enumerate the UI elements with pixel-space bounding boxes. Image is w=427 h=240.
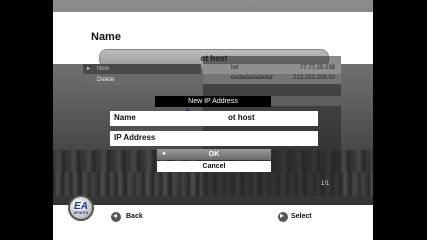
menu-item-delete[interactable]: Delete	[83, 75, 201, 85]
table-cell-name: dadadadadadaf	[231, 75, 273, 81]
ea-logo-subtext: SPORTS	[73, 211, 89, 215]
name-field-value: ot host	[228, 113, 255, 122]
dialog-title: New IP Address	[155, 96, 271, 107]
ok-button-label: OK	[208, 151, 220, 158]
letterbox-left	[0, 0, 53, 240]
name-field[interactable]: Name ot host	[110, 111, 318, 126]
page-indicator: 1/1	[321, 181, 330, 187]
table-row[interactable]: lwt 77.77.25.238	[203, 64, 341, 74]
server-menu: ▸ New Delete	[83, 64, 201, 86]
ip-address-field-label: IP Address	[114, 133, 156, 142]
back-label[interactable]: Back	[126, 213, 143, 220]
footer-bar	[53, 205, 373, 240]
menu-item-new-label: New	[97, 66, 110, 72]
select-label[interactable]: Select	[291, 213, 312, 220]
ip-address-field[interactable]: IP Address	[110, 131, 318, 146]
ok-button[interactable]: ▸ OK	[157, 149, 271, 160]
table-cell-address: 77.77.25.238	[299, 65, 335, 71]
game-viewport: Name ot host ▸ New Delete lwt 77.77.25.2…	[53, 0, 373, 240]
menu-item-new[interactable]: ▸ New	[83, 64, 201, 74]
name-header-title: Name	[91, 31, 121, 43]
menu-item-delete-label: Delete	[97, 77, 115, 83]
screen: Name ot host ▸ New Delete lwt 77.77.25.2…	[0, 0, 427, 240]
ea-sports-logo: EA SPORTS	[68, 195, 94, 221]
table-row[interactable]: dadadadadadaf 212.233.209.92	[203, 74, 341, 84]
cancel-button-label: Cancel	[202, 163, 226, 170]
back-button-icon[interactable]: ◂	[111, 211, 121, 222]
letterbox-right	[373, 0, 427, 240]
table-cell-address: 212.233.209.92	[293, 75, 335, 81]
select-button-icon[interactable]: ▸	[278, 211, 288, 222]
arrow-right-icon: ▸	[87, 66, 91, 72]
arrow-right-icon: ▸	[163, 151, 167, 157]
table-cell-name: lwt	[231, 65, 239, 71]
name-field-label: Name	[114, 113, 136, 122]
cancel-button[interactable]: Cancel	[157, 161, 271, 172]
